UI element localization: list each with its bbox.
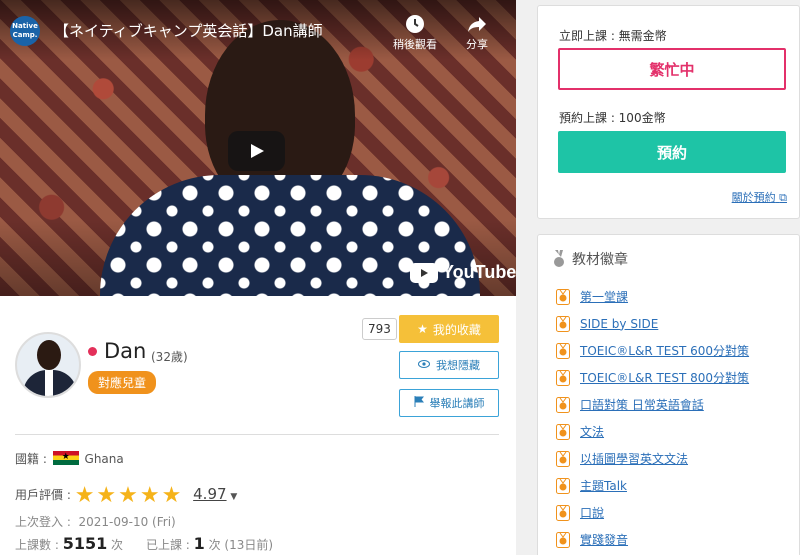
rating-label: 用戶評價 : bbox=[15, 488, 71, 502]
avatar bbox=[15, 332, 81, 398]
external-link-icon: ⧉ bbox=[779, 191, 787, 204]
play-icon bbox=[250, 144, 264, 158]
favorite-count: 793 bbox=[362, 318, 397, 340]
left-column: Native Camp. 【ネイティブキャンプ英会話】Dan講師 稍後觀看 分享… bbox=[0, 0, 516, 555]
country-value: Ghana bbox=[84, 452, 124, 466]
badge-item: SIDE by SIDE bbox=[556, 310, 749, 337]
badge-link[interactable]: SIDE by SIDE bbox=[580, 317, 658, 331]
badge-link[interactable]: TOEIC®L&R TEST 600分對策 bbox=[580, 342, 749, 359]
taken-label: 已上課 : bbox=[145, 538, 190, 552]
report-label: 舉報此講師 bbox=[429, 397, 485, 410]
chevron-down-icon[interactable]: ▼ bbox=[230, 492, 237, 502]
badge-link[interactable]: 口語對策 日常英語會話 bbox=[580, 396, 704, 413]
share-icon bbox=[468, 17, 486, 32]
instant-lesson-label: 立即上課 : 無需金幣 bbox=[559, 29, 667, 43]
medal-icon bbox=[556, 288, 570, 305]
hide-teacher-button[interactable]: 我想隱藏 bbox=[399, 351, 499, 379]
country-label: 國籍 : bbox=[15, 452, 47, 466]
medal-icon bbox=[554, 250, 564, 267]
favorite-button[interactable]: ★ 我的收藏 bbox=[399, 315, 499, 343]
youtube-brand[interactable]: YouTube bbox=[410, 262, 516, 283]
medal-icon bbox=[556, 369, 570, 386]
badge-item: 主題Talk bbox=[556, 472, 749, 499]
ghana-flag-icon bbox=[52, 451, 79, 465]
watch-later-button[interactable]: 稍後觀看 bbox=[390, 14, 440, 52]
teacher-name: Dan bbox=[104, 339, 147, 363]
lessons-unit: 次 bbox=[111, 538, 124, 552]
medal-icon bbox=[556, 450, 570, 467]
badge-item: 文法 bbox=[556, 418, 749, 445]
play-button[interactable] bbox=[228, 131, 285, 171]
lessons-label: 上課數 : bbox=[15, 538, 59, 552]
flag-icon bbox=[414, 396, 424, 410]
last-login-label: 上次登入 : bbox=[15, 515, 71, 529]
reserve-button[interactable]: 預約 bbox=[558, 131, 786, 173]
medal-icon bbox=[556, 396, 570, 413]
reserve-cost-label: 預約上課 : 100金幣 bbox=[559, 111, 666, 125]
badge-item: 第一堂課 bbox=[556, 283, 749, 310]
share-button[interactable]: 分享 bbox=[452, 14, 502, 52]
lessons-row: 上課數 : 5151 次 已上課 : 1 次 (13日前) bbox=[15, 534, 273, 553]
youtube-brand-label: YouTube bbox=[442, 262, 516, 282]
rating-value[interactable]: 4.97 bbox=[193, 485, 226, 503]
about-reservation-link[interactable]: 關於預約 ⧉ bbox=[732, 189, 787, 205]
badge-item: 口說 bbox=[556, 499, 749, 526]
badge-link[interactable]: 以插圖學習英文文法 bbox=[580, 450, 688, 467]
last-login-row: 上次登入 : 2021-09-10 (Fri) bbox=[15, 513, 176, 530]
medal-icon bbox=[556, 315, 570, 332]
hide-label: 我想隱藏 bbox=[436, 359, 480, 372]
lessons-count: 5151 bbox=[62, 534, 108, 553]
clock-icon bbox=[406, 15, 424, 33]
medal-icon bbox=[556, 342, 570, 359]
share-label: 分享 bbox=[466, 38, 488, 51]
badge-item: TOEIC®L&R TEST 600分對策 bbox=[556, 337, 749, 364]
badge-link[interactable]: TOEIC®L&R TEST 800分對策 bbox=[580, 369, 749, 386]
report-teacher-button[interactable]: 舉報此講師 bbox=[399, 389, 499, 417]
star-icon: ★ bbox=[417, 322, 428, 336]
rating-row: 用戶評價 : ★★★★★ 4.97 ▼ bbox=[15, 483, 237, 508]
badge-link[interactable]: 文法 bbox=[580, 423, 604, 440]
badge-link[interactable]: 主題Talk bbox=[580, 477, 627, 494]
badge-link[interactable]: 實踐發音 bbox=[580, 531, 628, 548]
favorite-label: 我的收藏 bbox=[432, 322, 481, 337]
kids-support-badge: 對應兒童 bbox=[88, 371, 157, 394]
online-status-dot bbox=[88, 347, 97, 356]
medal-icon bbox=[556, 477, 570, 494]
eye-icon bbox=[418, 359, 430, 372]
medal-icon bbox=[556, 531, 570, 548]
watch-later-label: 稍後觀看 bbox=[393, 38, 437, 51]
badges-title: 教材徽章 bbox=[572, 252, 628, 268]
badge-item: 口語對策 日常英語會話 bbox=[556, 391, 749, 418]
busy-status-button[interactable]: 繁忙中 bbox=[558, 48, 786, 90]
badges-header: 教材徽章 bbox=[552, 249, 628, 269]
taken-unit: 次 (13日前) bbox=[208, 538, 274, 552]
last-login-value: 2021-09-10 (Fri) bbox=[78, 515, 176, 529]
taken-count: 1 bbox=[193, 534, 205, 553]
badge-item: 實踐發音 bbox=[556, 526, 749, 553]
badge-link[interactable]: 第一堂課 bbox=[580, 288, 628, 305]
youtube-video-player[interactable]: Native Camp. 【ネイティブキャンプ英会話】Dan講師 稍後觀看 分享… bbox=[0, 0, 516, 296]
badge-list: 第一堂課 SIDE by SIDE TOEIC®L&R TEST 600分對策 TOE… bbox=[556, 283, 749, 553]
badge-link[interactable]: 口說 bbox=[580, 504, 604, 521]
about-reservation-label: 關於預約 bbox=[731, 191, 776, 204]
country-row: 國籍 : Ghana bbox=[15, 450, 124, 467]
youtube-play-icon bbox=[410, 262, 438, 283]
badges-card: 教材徽章 第一堂課 SIDE by SIDE TOEIC®L&R TEST 600分… bbox=[537, 234, 800, 555]
divider bbox=[15, 434, 499, 435]
medal-icon bbox=[556, 423, 570, 440]
rating-stars-icon: ★★★★★ bbox=[74, 483, 184, 508]
badge-item: TOEIC®L&R TEST 800分對策 bbox=[556, 364, 749, 391]
badge-item: 以插圖學習英文文法 bbox=[556, 445, 749, 472]
video-title[interactable]: 【ネイティブキャンプ英会話】Dan講師 bbox=[54, 20, 323, 41]
teacher-age: (32歲) bbox=[151, 350, 188, 364]
medal-icon bbox=[556, 504, 570, 521]
booking-card: 立即上課 : 無需金幣 繁忙中 預約上課 : 100金幣 預約 關於預約 ⧉ bbox=[537, 5, 800, 219]
channel-logo[interactable]: Native Camp. bbox=[10, 16, 40, 46]
